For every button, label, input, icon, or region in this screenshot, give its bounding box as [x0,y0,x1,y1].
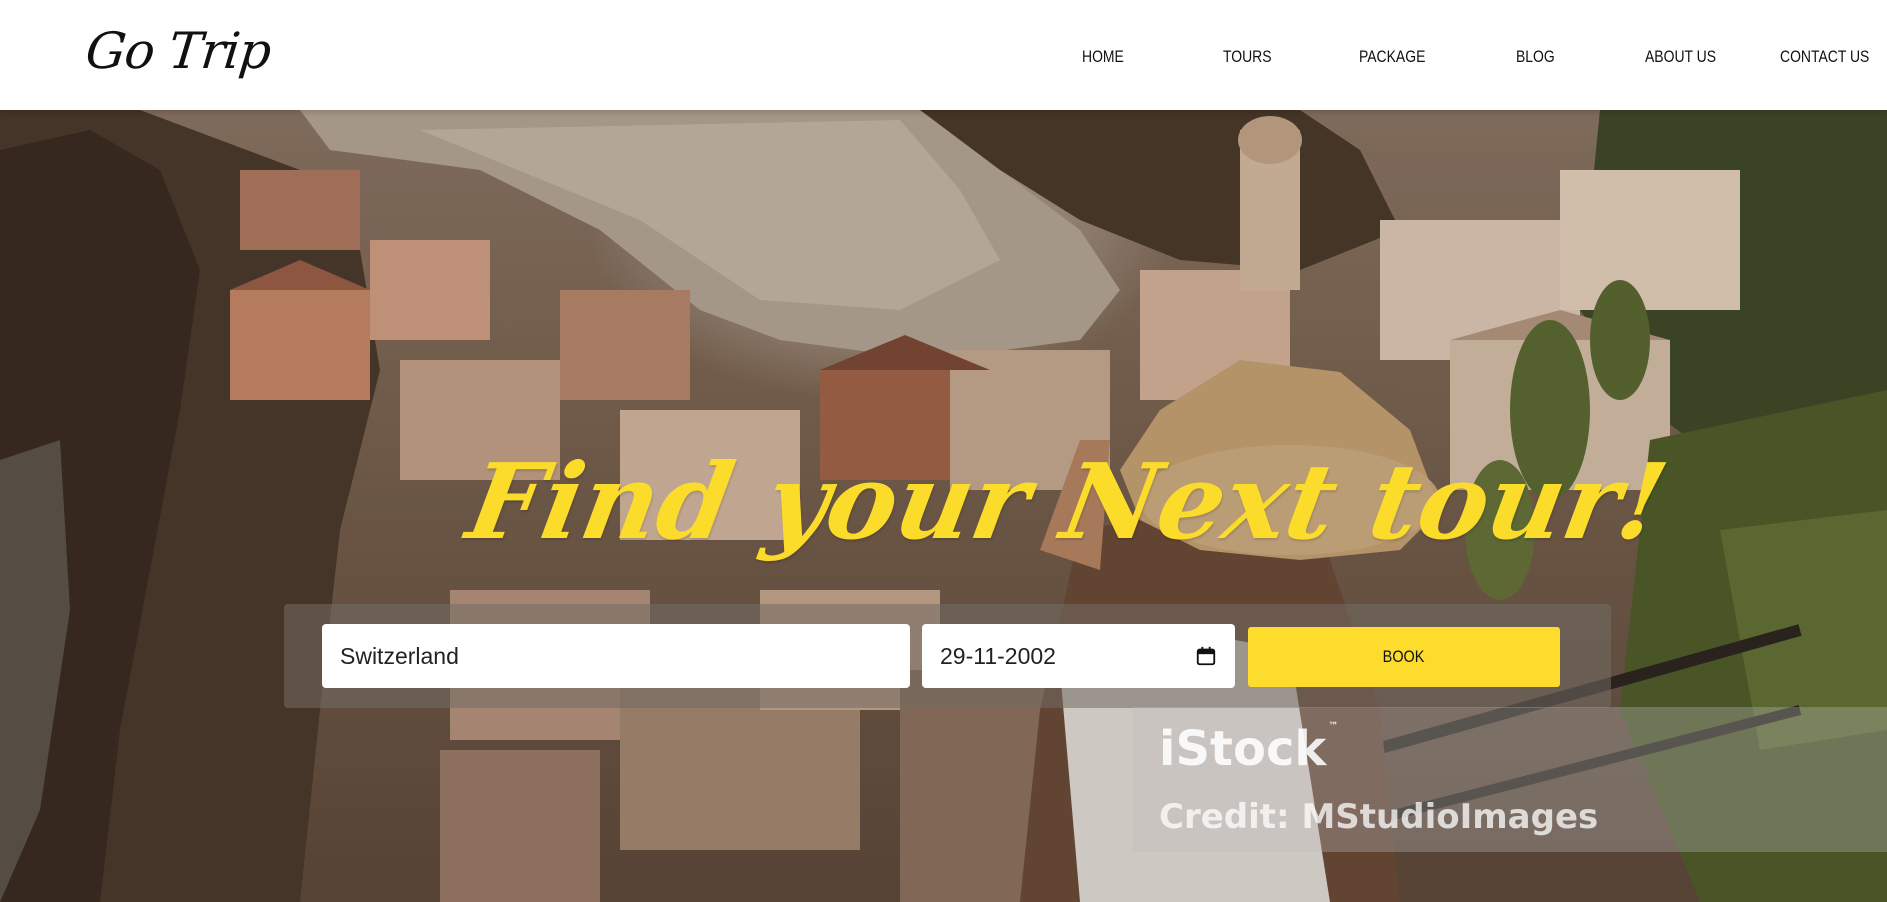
book-button-label: BOOK [1383,647,1425,666]
calendar-icon[interactable] [1195,645,1217,667]
booking-search-panel: Switzerland 29-11-2002 BOOK [284,604,1611,708]
book-button[interactable]: BOOK [1248,627,1560,687]
nav-contact-us[interactable]: CONTACT US [1780,47,1869,67]
watermark-brand: iStock ™ [1159,721,1339,777]
hero-section: Find your Next tour! Switzerland 29-11-2… [0,110,1887,902]
nav-package[interactable]: PACKAGE [1359,47,1425,67]
stock-watermark: iStock ™ Credit: MStudioImages [1133,707,1887,852]
nav-tours[interactable]: TOURS [1223,47,1272,67]
main-nav: HOME TOURS PACKAGE BLOG ABOUT US CONTACT… [0,0,1887,110]
nav-blog[interactable]: BLOG [1516,47,1555,67]
nav-home[interactable]: HOME [1082,47,1124,67]
watermark-credit: Credit: MStudioImages [1159,797,1599,837]
nav-about-us[interactable]: ABOUT US [1645,47,1716,67]
date-input[interactable]: 29-11-2002 [922,624,1235,688]
date-value: 29-11-2002 [940,642,1056,669]
destination-input[interactable]: Switzerland [322,624,910,688]
site-header: Go Trip HOME TOURS PACKAGE BLOG ABOUT US… [0,0,1887,110]
hero-headline: Find your Next tour! [459,440,1677,563]
